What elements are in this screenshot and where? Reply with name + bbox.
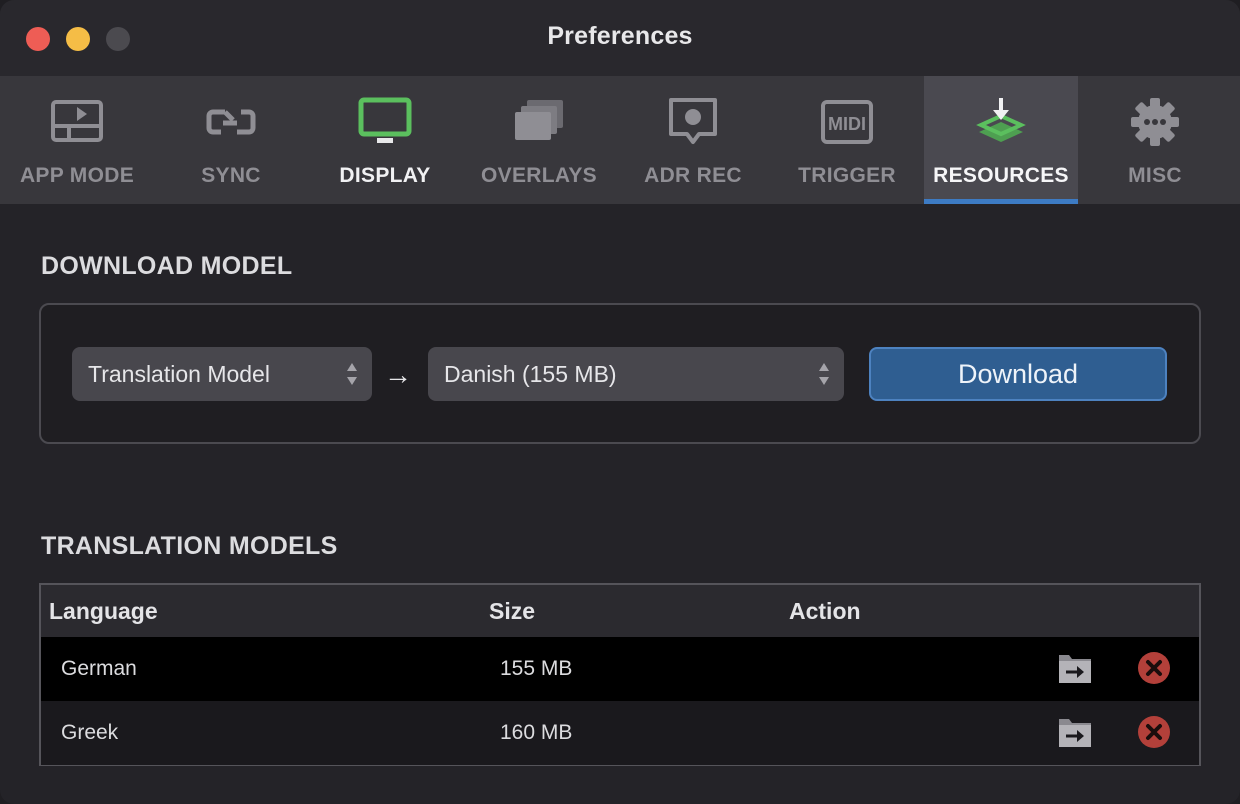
reveal-folder-icon[interactable] bbox=[1057, 651, 1093, 685]
size-cell: 160 MB bbox=[500, 721, 573, 744]
table-row[interactable]: German 155 MB bbox=[41, 637, 1199, 701]
remove-model-icon[interactable] bbox=[1137, 651, 1171, 685]
download-button[interactable]: Download bbox=[869, 347, 1167, 401]
title-bar: Preferences bbox=[0, 0, 1240, 76]
midi-icon: MIDI bbox=[821, 100, 873, 144]
translation-models-table: Language Size Action German 155 MB Greek… bbox=[39, 583, 1201, 766]
arrow-right-icon: → bbox=[384, 359, 412, 390]
display-icon bbox=[358, 97, 412, 143]
adr-rec-icon bbox=[669, 98, 717, 144]
language-value: Danish (155 MB) bbox=[444, 361, 617, 387]
tab-label: ADR REC bbox=[644, 164, 742, 187]
column-header-action[interactable]: Action bbox=[789, 598, 861, 625]
tab-misc[interactable]: MISC bbox=[1078, 76, 1232, 204]
sync-icon bbox=[206, 109, 256, 135]
size-cell: 155 MB bbox=[500, 657, 573, 680]
overlays-icon bbox=[515, 100, 563, 140]
remove-model-icon[interactable] bbox=[1137, 715, 1171, 749]
tab-trigger[interactable]: MIDI TRIGGER bbox=[770, 76, 924, 204]
tab-label: RESOURCES bbox=[933, 164, 1069, 187]
svg-text:MIDI: MIDI bbox=[828, 114, 866, 134]
language-cell: German bbox=[61, 657, 137, 680]
updown-chevron-icon bbox=[347, 363, 357, 385]
model-type-select[interactable]: Translation Model bbox=[72, 347, 372, 401]
tab-sync[interactable]: SYNC bbox=[154, 76, 308, 204]
tab-label: TRIGGER bbox=[798, 164, 896, 187]
translation-models-heading: TRANSLATION MODELS bbox=[41, 532, 338, 560]
column-header-size[interactable]: Size bbox=[489, 598, 535, 625]
preferences-window: Preferences APP MODE SYNC DISPLAY OVERLA… bbox=[0, 0, 1240, 804]
updown-chevron-icon bbox=[819, 363, 829, 385]
tab-label: DISPLAY bbox=[339, 164, 431, 187]
gear-icon bbox=[1131, 98, 1179, 146]
window-title: Preferences bbox=[547, 22, 693, 50]
resources-download-icon bbox=[976, 98, 1026, 142]
table-row[interactable]: Greek 160 MB bbox=[41, 701, 1199, 765]
reveal-folder-icon[interactable] bbox=[1057, 715, 1093, 749]
tab-label: MISC bbox=[1128, 164, 1182, 187]
table-header: Language Size Action bbox=[41, 585, 1199, 637]
tab-label: OVERLAYS bbox=[481, 164, 597, 187]
download-model-heading: DOWNLOAD MODEL bbox=[41, 252, 293, 280]
tab-label: SYNC bbox=[201, 164, 261, 187]
model-type-value: Translation Model bbox=[88, 361, 270, 387]
tab-resources[interactable]: RESOURCES bbox=[924, 76, 1078, 204]
tab-label: APP MODE bbox=[19, 164, 135, 187]
tab-overlays[interactable]: OVERLAYS bbox=[462, 76, 616, 204]
language-cell: Greek bbox=[61, 721, 119, 744]
preferences-toolbar: APP MODE SYNC DISPLAY OVERLAYS ADR REC M… bbox=[0, 76, 1240, 204]
language-select[interactable]: Danish (155 MB) bbox=[428, 347, 844, 401]
tab-app-mode[interactable]: APP MODE bbox=[0, 76, 154, 204]
column-header-language[interactable]: Language bbox=[49, 598, 158, 625]
tab-display[interactable]: DISPLAY bbox=[308, 76, 462, 204]
tab-adr-rec[interactable]: ADR REC bbox=[616, 76, 770, 204]
app-mode-icon bbox=[51, 100, 103, 142]
